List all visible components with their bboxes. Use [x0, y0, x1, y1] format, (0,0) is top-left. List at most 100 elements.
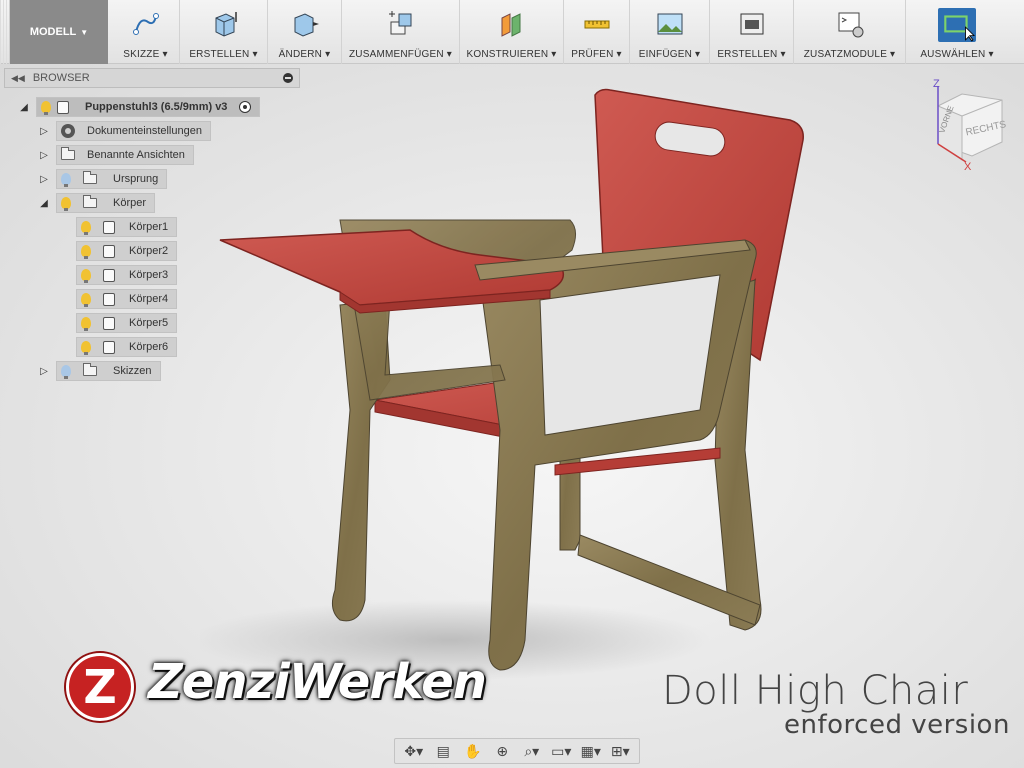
tree-item-label: Benannte Ansichten — [87, 149, 185, 161]
activate-radio-icon[interactable] — [239, 101, 252, 113]
page-title: Doll High Chair — [662, 668, 969, 714]
zenziwerken-logo-badge: Z — [66, 653, 134, 721]
tree-item-body[interactable]: Körper6 — [76, 337, 178, 357]
body-icon — [103, 316, 115, 330]
toolbar-create-label: ERSTELLEN — [189, 49, 250, 60]
gear-icon — [61, 124, 75, 138]
collapse-arrows-icon[interactable]: ◀◀ — [11, 73, 25, 84]
visibility-bulb-icon[interactable] — [81, 341, 91, 355]
create-box-icon — [215, 12, 237, 37]
main-toolbar: MODELL ▼ SKIZZE ▾ ERSTELLEN ▾ ÄNDERN ▾ Z… — [0, 0, 1024, 64]
toolbar-inspect-label: PRÜFEN — [571, 49, 614, 60]
navigation-bar: ✥▾ ▤ ✋ ⊕ ⌕▾ ▭▾ ▦▾ ⊞▾ — [394, 738, 640, 764]
page-subtitle: enforced version — [784, 710, 1010, 740]
visibility-bulb-icon[interactable] — [61, 365, 71, 379]
modify-icon — [294, 13, 319, 37]
construct-plane-icon — [501, 13, 520, 37]
toolbar-construct-label: KONSTRUIEREN — [466, 49, 549, 60]
chevron-down-icon: ▼ — [80, 27, 89, 37]
expanded-triangle-icon[interactable]: ◢ — [38, 198, 50, 209]
assemble-icon — [388, 11, 411, 35]
visibility-bulb-icon[interactable] — [81, 269, 91, 283]
tree-root-label: Puppenstuhl3 (6.5/9mm) v3 — [85, 101, 228, 113]
tree-item-label: Dokumenteinstellungen — [87, 125, 202, 137]
toolbar-insert[interactable]: EINFÜGEN ▾ — [630, 0, 710, 64]
body-icon — [103, 292, 115, 306]
toolbar-addins[interactable]: ZUSATZMODULE ▾ — [794, 0, 906, 64]
visibility-bulb-icon[interactable] — [61, 197, 71, 211]
folder-icon — [83, 195, 97, 208]
tree-item-label: Ursprung — [113, 173, 159, 185]
visibility-bulb-icon[interactable] — [61, 173, 71, 187]
collapsed-triangle-icon[interactable]: ▷ — [38, 150, 50, 161]
tree-item-label: Körper5 — [129, 317, 169, 329]
tree-item-body[interactable]: Körper5 — [76, 313, 178, 333]
tree-root[interactable]: ◢ Puppenstuhl3 (6.5/9mm) v3 — [18, 97, 261, 117]
pan-hand-icon[interactable]: ✋ — [462, 742, 484, 760]
collapsed-triangle-icon[interactable]: ▷ — [38, 174, 50, 185]
logo-text: ZenziWerken — [148, 654, 487, 710]
measure-ruler-icon — [584, 20, 609, 29]
tree-item-body[interactable]: Körper4 — [76, 289, 178, 309]
toolbar-modify-label: ÄNDERN — [278, 49, 323, 60]
toolbar-select[interactable]: AUSWÄHLEN ▾ — [906, 0, 1008, 64]
tree-item-origin[interactable]: ▷ Ursprung — [38, 169, 168, 189]
toolbar-grip[interactable] — [0, 0, 10, 64]
toolbar-modify[interactable]: ÄNDERN ▾ — [268, 0, 342, 64]
body-icon — [103, 244, 115, 258]
toolbar-inspect[interactable]: PRÜFEN ▾ — [564, 0, 630, 64]
zoom-icon[interactable]: ⊕ — [491, 742, 513, 760]
grid-icon[interactable]: ▦▾ — [580, 742, 602, 760]
browser-panel-header[interactable]: ◀◀ BROWSER — [4, 68, 300, 88]
expanded-triangle-icon[interactable]: ◢ — [18, 102, 30, 113]
toolbar-construct[interactable]: KONSTRUIEREN ▾ — [460, 0, 564, 64]
body-icon — [103, 220, 115, 234]
tree-item-label: Körper4 — [129, 293, 169, 305]
tree-item-label: Körper2 — [129, 245, 169, 257]
fit-zoom-icon[interactable]: ⌕▾ — [521, 742, 543, 760]
toolbar-sketch[interactable]: SKIZZE ▾ — [112, 0, 180, 64]
tree-item-sketches[interactable]: ▷ Skizzen — [38, 361, 161, 381]
orbit-icon[interactable]: ✥▾ — [403, 742, 425, 760]
make-printer-icon — [740, 13, 763, 35]
body-icon — [103, 340, 115, 354]
select-icon — [938, 8, 976, 42]
tree-item-label: Skizzen — [113, 365, 152, 377]
visibility-bulb-icon[interactable] — [81, 245, 91, 259]
look-at-icon[interactable]: ▤ — [432, 742, 454, 760]
workspace-label: MODELL — [29, 26, 77, 38]
toolbar-insert-label: EINFÜGEN — [638, 49, 693, 60]
visibility-bulb-icon[interactable] — [81, 317, 91, 331]
tree-item-named-views[interactable]: ▷ Benannte Ansichten — [38, 145, 194, 165]
tree-item-bodies[interactable]: ◢ Körper — [38, 193, 156, 213]
workspace-switcher[interactable]: MODELL ▼ — [10, 0, 108, 64]
minimize-icon[interactable] — [283, 73, 293, 83]
view-cube[interactable]: VORNE RECHTS Z X — [928, 76, 1018, 172]
display-settings-icon[interactable]: ▭▾ — [550, 742, 572, 760]
axis-x-label: X — [964, 161, 972, 172]
tree-item-body[interactable]: Körper3 — [76, 265, 178, 285]
tree-item-label: Körper3 — [129, 269, 169, 281]
toolbar-make-label: ERSTELLEN — [717, 49, 778, 60]
toolbar-make[interactable]: ERSTELLEN ▾ — [710, 0, 794, 64]
sketch-icon — [132, 13, 159, 35]
tree-item-body[interactable]: Körper2 — [76, 241, 178, 261]
component-icon — [57, 100, 69, 114]
visibility-bulb-icon[interactable] — [41, 101, 51, 115]
body-icon — [103, 268, 115, 282]
visibility-bulb-icon[interactable] — [81, 293, 91, 307]
collapsed-triangle-icon[interactable]: ▷ — [38, 366, 50, 377]
tree-item-label: Körper1 — [129, 221, 169, 233]
toolbar-sketch-label: SKIZZE — [123, 49, 160, 60]
visibility-bulb-icon[interactable] — [81, 221, 91, 235]
doll-high-chair-model[interactable] — [200, 80, 820, 680]
toolbar-assemble[interactable]: ZUSAMMENFÜGEN ▾ — [342, 0, 460, 64]
toolbar-select-label: AUSWÄHLEN — [920, 49, 986, 60]
insert-image-icon — [657, 13, 682, 35]
viewports-icon[interactable]: ⊞▾ — [609, 742, 631, 760]
toolbar-create[interactable]: ERSTELLEN ▾ — [180, 0, 268, 64]
collapsed-triangle-icon[interactable]: ▷ — [38, 126, 50, 137]
tree-item-body[interactable]: Körper1 — [76, 217, 178, 237]
folder-icon — [83, 363, 97, 376]
tree-item-document-settings[interactable]: ▷ Dokumenteinstellungen — [38, 121, 211, 141]
